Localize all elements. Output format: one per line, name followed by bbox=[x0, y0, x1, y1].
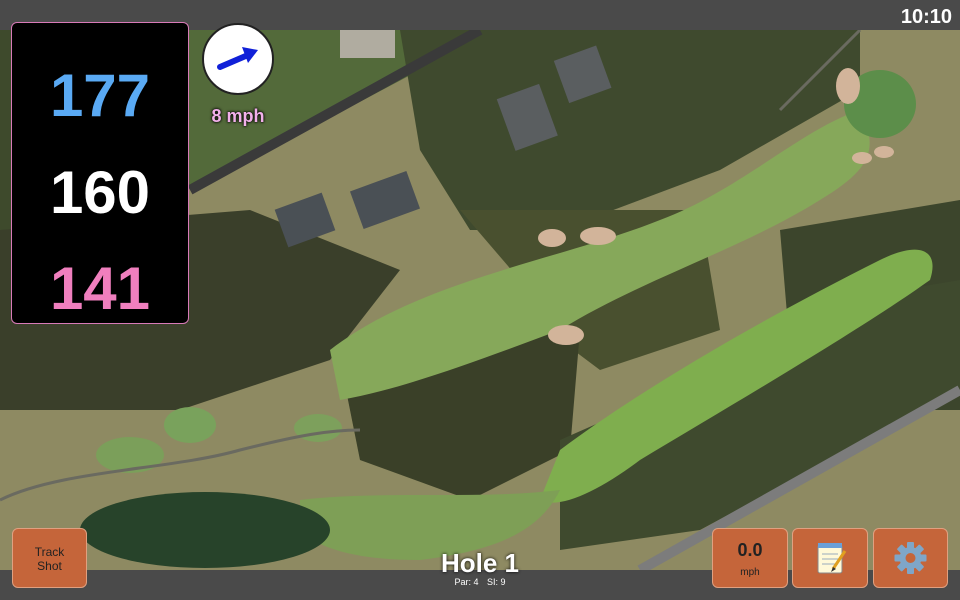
track-shot-label-1: Track bbox=[34, 545, 65, 559]
track-shot-button[interactable]: Track Shot bbox=[12, 528, 87, 588]
speed-value: 0.0 bbox=[737, 540, 763, 560]
gear-icon bbox=[894, 542, 927, 574]
notes-button[interactable] bbox=[792, 528, 868, 588]
speed-unit: mph bbox=[740, 567, 760, 578]
back-distance: 177 bbox=[49, 62, 151, 129]
clock: 10:10 bbox=[900, 6, 952, 28]
distance-panel: 177 160 141 bbox=[11, 22, 189, 324]
hole-info: Par: 4 SI: 9 bbox=[380, 577, 580, 587]
settings-button[interactable] bbox=[873, 528, 948, 588]
middle-distance: 160 bbox=[49, 159, 151, 226]
hole-title: Hole 1 bbox=[440, 548, 520, 578]
speed-button[interactable]: 0.0 mph bbox=[712, 528, 788, 588]
track-shot-label-2: Shot bbox=[37, 559, 62, 573]
notepad-icon bbox=[817, 543, 847, 574]
wind-indicator bbox=[202, 23, 274, 95]
wind-speed: 8 mph bbox=[211, 106, 265, 126]
arrow-icon bbox=[217, 47, 258, 70]
par-label: Par: 4 bbox=[454, 577, 479, 587]
front-distance: 141 bbox=[49, 255, 151, 322]
stroke-index-label: SI: 9 bbox=[487, 577, 506, 587]
